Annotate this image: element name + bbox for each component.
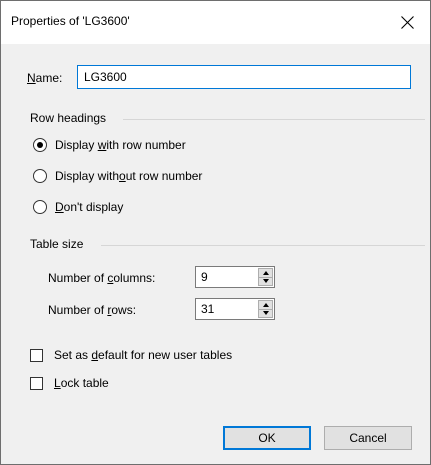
- columns-increment-button[interactable]: [258, 268, 273, 278]
- radio-selected-dot: [37, 142, 43, 148]
- rows-decrement-button[interactable]: [258, 309, 273, 318]
- row-headings-label: Row headings: [30, 111, 107, 125]
- row-headings-divider: [123, 119, 425, 120]
- title-bar: Properties of 'LG3600': [1, 1, 430, 44]
- default-for-new-tables-label[interactable]: Set as default for new user tables: [54, 348, 232, 362]
- cancel-button[interactable]: Cancel: [324, 426, 412, 450]
- radio-without-row-number[interactable]: [33, 169, 47, 183]
- default-for-new-tables-checkbox[interactable]: [30, 349, 43, 362]
- close-button[interactable]: [384, 1, 430, 44]
- close-icon: [400, 16, 414, 29]
- table-size-divider: [101, 245, 425, 246]
- table-size-label: Table size: [30, 237, 84, 251]
- arrow-down-icon: [262, 279, 269, 284]
- properties-dialog: Properties of 'LG3600' Name: LG3600 Row …: [0, 0, 431, 465]
- rows-value: 31: [201, 302, 215, 316]
- columns-label: Number of columns:: [48, 271, 156, 285]
- radio-dont-display-label[interactable]: Don't display: [55, 200, 123, 214]
- columns-value: 9: [201, 270, 208, 284]
- radio-dont-display[interactable]: [33, 200, 47, 214]
- radio-with-row-number[interactable]: [33, 138, 47, 152]
- radio-without-row-number-label[interactable]: Display without row number: [55, 169, 202, 183]
- rows-increment-button[interactable]: [258, 300, 273, 310]
- name-input[interactable]: LG3600: [77, 65, 411, 89]
- arrow-up-icon: [262, 270, 269, 275]
- columns-decrement-button[interactable]: [258, 277, 273, 286]
- rows-spin-buttons: [258, 300, 273, 318]
- lock-table-label[interactable]: Lock table: [54, 376, 109, 390]
- columns-spin-buttons: [258, 268, 273, 286]
- rows-stepper[interactable]: 31: [195, 298, 275, 320]
- arrow-down-icon: [262, 311, 269, 316]
- ok-button[interactable]: OK: [223, 426, 311, 450]
- name-label: Name:: [27, 71, 63, 85]
- rows-label: Number of rows:: [48, 303, 137, 317]
- lock-table-checkbox[interactable]: [30, 377, 43, 390]
- window-title: Properties of 'LG3600': [11, 14, 130, 28]
- arrow-up-icon: [262, 302, 269, 307]
- columns-stepper[interactable]: 9: [195, 266, 275, 288]
- radio-with-row-number-label[interactable]: Display with row number: [55, 138, 186, 152]
